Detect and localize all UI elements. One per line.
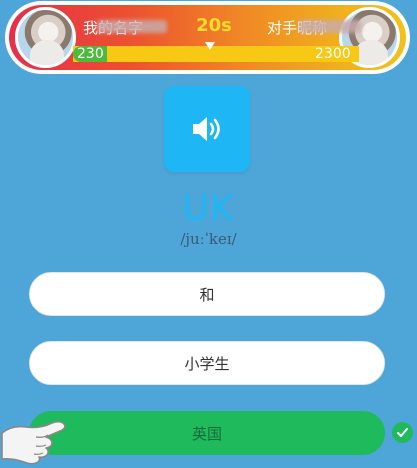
battle-header: 我的名字 20s 对手昵称 230 2300 bbox=[5, 1, 410, 74]
answer-option-1[interactable]: 和 bbox=[29, 272, 385, 316]
speaker-icon bbox=[193, 117, 220, 141]
answer-option-label: 和 bbox=[199, 285, 215, 304]
opponent-name-blur bbox=[299, 20, 361, 33]
player-name-blur bbox=[97, 20, 167, 33]
quiz-screen: 我的名字 20s 对手昵称 230 2300 UK /juːˈkeɪ/ 和 小学… bbox=[0, 0, 417, 468]
answer-option-label: 小学生 bbox=[184, 354, 230, 373]
battle-header-bar: 我的名字 20s 对手昵称 230 2300 bbox=[9, 5, 406, 70]
pointing-hand-icon bbox=[1, 420, 66, 465]
player-score: 230 bbox=[77, 46, 104, 62]
check-icon bbox=[392, 422, 413, 443]
countdown-timer: 20s bbox=[196, 15, 232, 36]
answer-option-3-correct[interactable]: 英国 bbox=[29, 411, 385, 455]
player-avatar[interactable] bbox=[15, 7, 76, 68]
question-phonetic: /juːˈkeɪ/ bbox=[180, 230, 237, 248]
progress-marker-icon bbox=[205, 42, 215, 50]
play-audio-button[interactable] bbox=[164, 86, 250, 172]
answer-option-label: 英国 bbox=[191, 424, 222, 443]
answer-option-2[interactable]: 小学生 bbox=[29, 341, 385, 385]
opponent-score: 2300 bbox=[315, 46, 351, 62]
question-word: UK bbox=[182, 188, 235, 229]
